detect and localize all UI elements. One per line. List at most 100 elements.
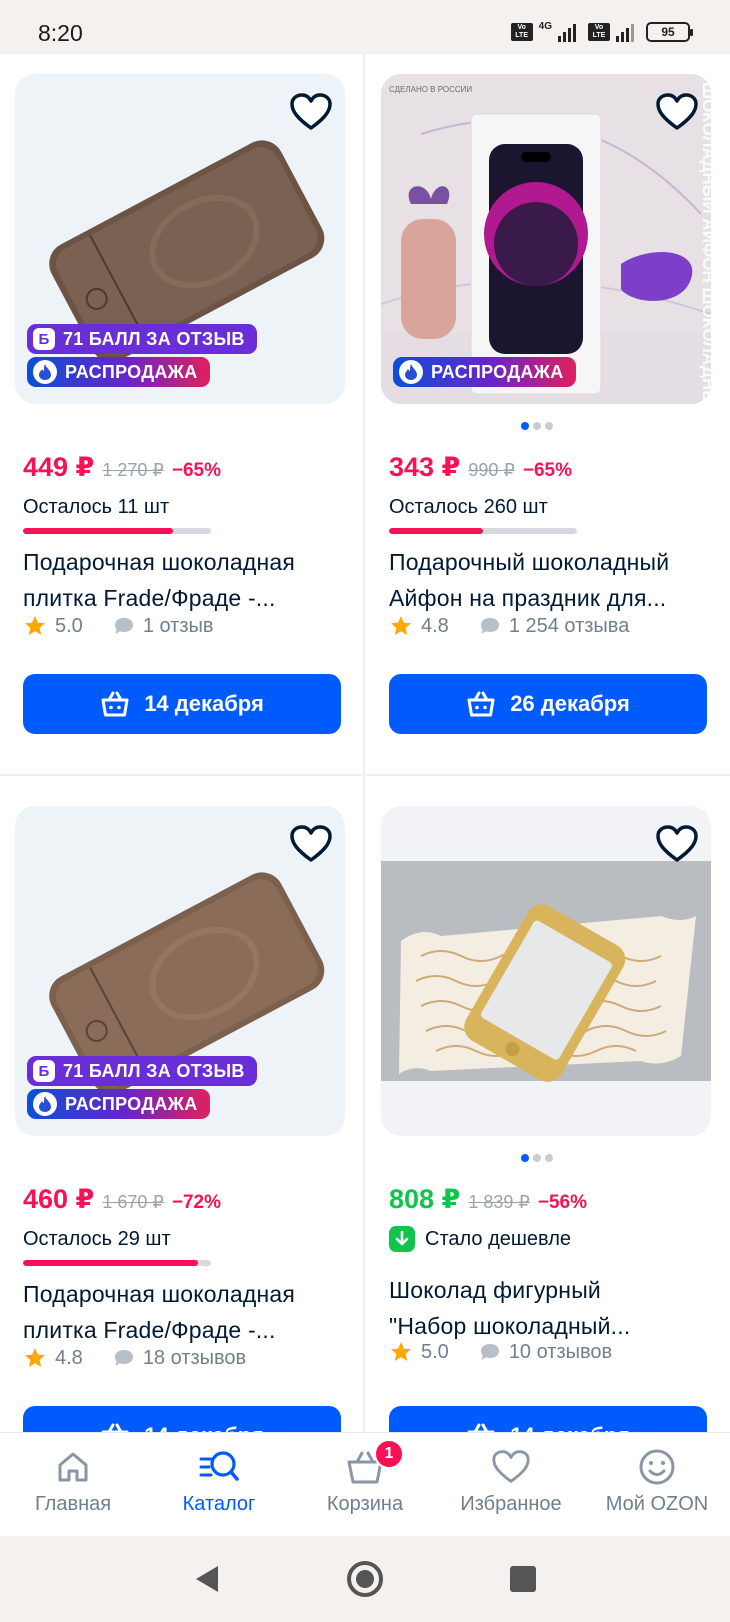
rating-row[interactable]: 5.0 1 отзыв — [23, 614, 214, 638]
basket-icon — [101, 1423, 129, 1432]
nav-profile-label: Мой OZON — [605, 1493, 709, 1515]
image-caption: СДЕЛАНО В РОССИИ — [389, 85, 472, 94]
status-bar: 8:20 Vo LTE 4G Vo LTE 95 — [0, 0, 730, 54]
product-title[interactable]: Подарочная шоколадная плитка Frade/Фраде… — [23, 1276, 345, 1348]
nav-cart-label: Корзина — [326, 1493, 404, 1515]
nav-favorites[interactable]: Избранное — [438, 1447, 584, 1516]
rating-value: 5.0 — [421, 1340, 449, 1363]
column-divider — [363, 54, 365, 1432]
price-row: 808 ₽ 1 839 ₽ −56% — [389, 1184, 587, 1215]
rating-value: 5.0 — [55, 614, 83, 637]
stock-text: Осталось 29 шт — [23, 1228, 171, 1250]
reviews-count: 10 отзывов — [508, 1340, 613, 1363]
discount: −65% — [171, 460, 221, 481]
nav-cart[interactable]: Корзина 1 — [292, 1439, 438, 1516]
image-side-text: ШОКОЛАДНЫЙ АЙФОН ШОКОЛАДНЫЙ АЙФОН — [699, 82, 711, 404]
rating-row[interactable]: 5.0 10 отзывов — [389, 1340, 612, 1364]
product-title-line1: Подарочная шоколадная — [23, 1281, 296, 1307]
price-drop-text: Стало дешевле — [425, 1227, 571, 1250]
catalog-search-icon — [199, 1451, 239, 1481]
nav-profile[interactable]: Мой OZON — [584, 1447, 730, 1516]
reviews-count: 1 отзыв — [142, 614, 214, 637]
star-icon — [25, 616, 45, 635]
points-icon: Б — [33, 1060, 55, 1082]
add-to-cart-button[interactable]: 26 декабря — [389, 674, 707, 734]
product-card[interactable]: 808 ₽ 1 839 ₽ −56% Стало дешевле Шоколад… — [381, 806, 711, 1432]
product-image[interactable]: Б 71 БАЛЛ ЗА ОТЗЫВ РАСПРОДАЖА — [15, 806, 345, 1136]
stock-bar-fill — [23, 1260, 198, 1266]
rating-value: 4.8 — [55, 1346, 83, 1369]
points-icon: Б — [33, 328, 55, 350]
favorite-heart-icon[interactable] — [289, 92, 333, 132]
back-icon[interactable] — [192, 1562, 222, 1596]
product-title-line2: плитка Frade/Фраде -... — [23, 1317, 276, 1343]
add-to-cart-button[interactable]: 14 декабря — [23, 674, 341, 734]
fire-icon — [33, 1092, 57, 1116]
product-grid[interactable]: Б 71 БАЛЛ ЗА ОТЗЫВ РАСПРОДАЖА 449 ₽ 1 27… — [0, 54, 730, 1432]
rating-row[interactable]: 4.8 1 254 отзыва — [389, 614, 629, 638]
stock-bar — [389, 528, 577, 534]
smiley-profile-icon — [639, 1449, 675, 1485]
product-title-line1: Шоколад фигурный — [389, 1277, 601, 1303]
price-drop-label: Стало дешевле — [389, 1226, 571, 1252]
battery-icon: 95 — [646, 22, 693, 42]
delivery-date: 14 декабря — [144, 691, 264, 716]
old-price: 990 ₽ — [468, 460, 515, 480]
points-badge: Б 71 БАЛЛ ЗА ОТЗЫВ — [27, 324, 257, 354]
add-to-cart-button[interactable]: 14 декабря — [23, 1406, 341, 1432]
sale-badge: РАСПРОДАЖА — [393, 357, 576, 387]
price-row: 343 ₽ 990 ₽ −65% — [389, 452, 572, 483]
recents-square-icon[interactable] — [508, 1564, 538, 1594]
points-badge-label: 71 БАЛЛ ЗА ОТЗЫВ — [63, 328, 245, 349]
product-title[interactable]: Подарочный шоколадный Айфон на праздник … — [389, 544, 711, 616]
price-row: 460 ₽ 1 670 ₽ −72% — [23, 1184, 221, 1215]
favorite-heart-icon[interactable] — [655, 824, 699, 864]
add-to-cart-button[interactable]: 14 декабря — [389, 1406, 707, 1432]
reviews-count: 1 254 отзыва — [508, 614, 630, 637]
discount: −72% — [171, 1192, 221, 1213]
product-title-line1: Подарочный шоколадный — [389, 549, 670, 575]
product-title-line2: "Набор шоколадный... — [389, 1313, 631, 1339]
arrow-down-icon — [389, 1226, 415, 1252]
delivery-date: 14 декабря — [144, 1423, 264, 1432]
bottom-navigation: Главная Каталог Корзина 1 Избранное Мой … — [0, 1432, 730, 1536]
points-badge-label: 71 БАЛЛ ЗА ОТЗЫВ — [63, 1060, 245, 1081]
status-icons: Vo LTE 4G Vo LTE 95 — [510, 20, 693, 42]
product-image[interactable]: Б 71 БАЛЛ ЗА ОТЗЫВ РАСПРОДАЖА — [15, 74, 345, 404]
stock-bar — [23, 1260, 211, 1266]
product-card[interactable]: Б 71 БАЛЛ ЗА ОТЗЫВ РАСПРОДАЖА 449 ₽ 1 27… — [15, 74, 345, 734]
product-title-line1: Подарочная шоколадная — [23, 549, 296, 575]
product-image[interactable]: СДЕЛАНО В РОССИИ ШОКОЛАДНЫЙ АЙФОН ШОКОЛА… — [381, 74, 711, 404]
product-card[interactable]: СДЕЛАНО В РОССИИ ШОКОЛАДНЫЙ АЙФОН ШОКОЛА… — [381, 74, 711, 734]
product-card[interactable]: Б 71 БАЛЛ ЗА ОТЗЫВ РАСПРОДАЖА 460 ₽ 1 67… — [15, 806, 345, 1432]
sale-badge: РАСПРОДАЖА — [27, 357, 210, 387]
price: 343 ₽ — [389, 452, 461, 482]
network-type: 4G — [538, 20, 552, 32]
favorite-heart-icon[interactable] — [289, 824, 333, 864]
product-title[interactable]: Шоколад фигурный "Набор шоколадный... — [389, 1272, 711, 1344]
product-image[interactable] — [381, 806, 711, 1136]
rating-value: 4.8 — [421, 614, 449, 637]
sale-badge-label: РАСПРОДАЖА — [431, 361, 564, 382]
product-title-line2: плитка Frade/Фраде -... — [23, 585, 276, 611]
favorite-heart-icon[interactable] — [655, 92, 699, 132]
comment-icon — [480, 618, 499, 634]
old-price: 1 270 ₽ — [102, 460, 164, 480]
comment-icon — [480, 1344, 499, 1360]
image-pager-dots — [521, 1154, 553, 1162]
sale-badge-label: РАСПРОДАЖА — [65, 361, 198, 382]
nav-home[interactable]: Главная — [0, 1447, 146, 1516]
cart-count-badge: 1 — [374, 1439, 404, 1469]
old-price: 1 839 ₽ — [468, 1192, 530, 1212]
fire-icon — [399, 360, 423, 384]
product-title[interactable]: Подарочная шоколадная плитка Frade/Фраде… — [23, 544, 345, 616]
stock-text: Осталось 260 шт — [389, 496, 548, 518]
rating-row[interactable]: 4.8 18 отзывов — [23, 1346, 246, 1370]
basket-icon — [101, 691, 129, 717]
signal-icon — [558, 22, 576, 42]
home-circle-icon[interactable] — [345, 1559, 385, 1599]
stock-bar-fill — [23, 528, 174, 534]
nav-catalog[interactable]: Каталог — [146, 1447, 292, 1516]
fire-icon — [33, 360, 57, 384]
image-pager-dots — [521, 422, 553, 430]
